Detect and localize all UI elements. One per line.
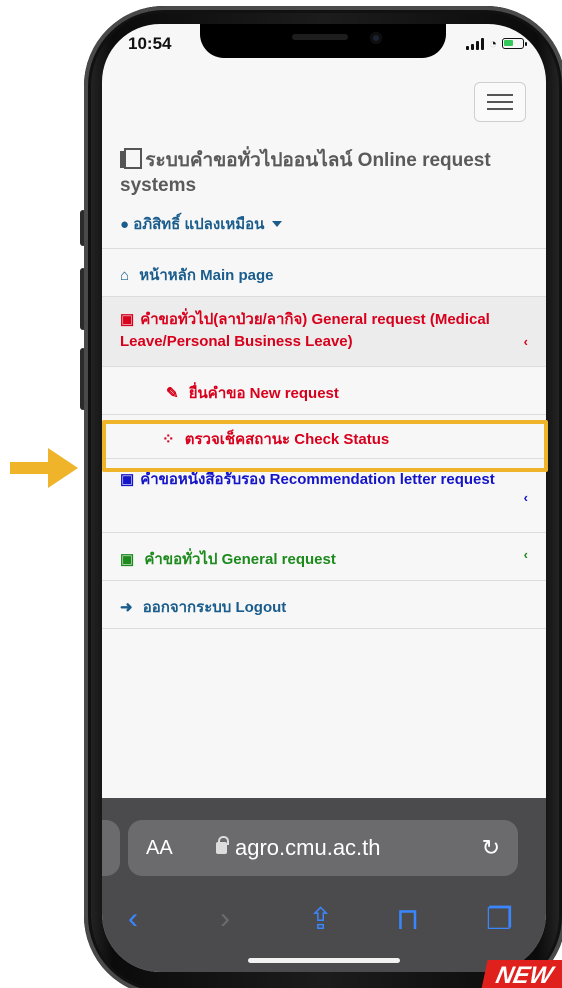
tabs-icon[interactable]: ❐ — [486, 902, 513, 937]
home-icon: ⌂ — [120, 267, 130, 284]
status-icons: ◔ — [466, 36, 527, 51]
menu-item-check-status-label: ตรวจเช็คสถานะ Check Status — [184, 431, 390, 448]
logout-icon: ➜ — [120, 599, 133, 616]
menu-item-home-label: หน้าหลัก Main page — [139, 267, 274, 284]
spinner-icon: ⁘ — [162, 431, 175, 448]
menu-item-new-request-label: ยื่นคำขอ New request — [188, 385, 339, 402]
user-name: อภิสิทธิ์ แปลงเหมือน — [133, 216, 265, 233]
menu-item-general-medical[interactable]: ▣ คำขอทั่วไป(ลาป่วย/ลากิจ) General reques… — [102, 297, 546, 367]
bookmarks-icon[interactable]: ⊓ — [396, 902, 419, 937]
menu-item-logout-label: ออกจากระบบ Logout — [142, 599, 287, 616]
file-icon: ▣ — [120, 551, 135, 568]
share-icon[interactable]: ⇪ — [308, 902, 333, 937]
home-indicator — [248, 958, 400, 963]
phone-screen: 10:54 ◔ ระบบคำขอทั่วไปออนไลน์ Online req… — [102, 24, 546, 972]
user-menu[interactable]: ● อภิสิทธิ์ แปลงเหมือน — [120, 212, 282, 236]
menu-item-home[interactable]: ⌂ หน้าหลัก Main page — [102, 249, 546, 297]
page-title: ระบบคำขอทั่วไปออนไลน์ Online request sys… — [120, 148, 530, 198]
signal-icon — [466, 37, 485, 50]
camera — [370, 32, 382, 44]
chevron-left-icon: ‹ — [523, 334, 528, 349]
page-title-text: ระบบคำขอทั่วไปออนไลน์ Online request sys… — [120, 150, 491, 196]
menu-item-new-request[interactable]: ✎ ยื่นคำขอ New request — [102, 367, 546, 415]
previous-tab-pill[interactable] — [102, 820, 120, 876]
file-icon — [120, 148, 142, 169]
speaker — [292, 34, 348, 40]
menu-item-general[interactable]: ▣ คำขอทั่วไป General request ‹ — [102, 533, 546, 581]
notch — [200, 24, 446, 58]
menu-item-general-label: คำขอทั่วไป General request — [144, 551, 336, 568]
user-icon: ● — [120, 216, 130, 233]
edit-icon: ✎ — [166, 385, 179, 402]
menu-item-recommendation-label: คำขอหนังสือรับรอง Recommendation letter … — [140, 471, 495, 488]
status-time: 10:54 — [128, 34, 172, 53]
address-bar[interactable]: AA agro.cmu.ac.th ↻ — [128, 820, 518, 876]
nav-menu: ⌂ หน้าหลัก Main page ▣ คำขอทั่วไป(ลาป่วย/… — [102, 248, 546, 629]
wifi-icon: ◔ — [489, 36, 497, 51]
arrow-right-icon — [10, 448, 78, 488]
file-icon: ▣ — [120, 311, 135, 328]
safari-toolbar: AA agro.cmu.ac.th ↻ ‹ › ⇪ ⊓ ❐ — [102, 798, 546, 972]
new-badge: NEW — [480, 960, 562, 988]
url-domain: agro.cmu.ac.th — [235, 835, 381, 860]
chevron-left-icon: ‹ — [523, 490, 528, 505]
reader-aa-button[interactable]: AA — [146, 837, 216, 860]
hamburger-icon[interactable] — [474, 82, 526, 122]
reload-icon[interactable]: ↻ — [482, 835, 500, 861]
caret-down-icon — [271, 221, 282, 227]
menu-item-general-medical-label: คำขอทั่วไป(ลาป่วย/ลากิจ) General request… — [120, 311, 490, 350]
menu-item-logout[interactable]: ➜ ออกจากระบบ Logout — [102, 581, 546, 629]
menu-item-recommendation[interactable]: ▣ คำขอหนังสือรับรอง Recommendation letter… — [102, 459, 546, 533]
forward-icon[interactable]: › — [220, 902, 230, 936]
lock-icon — [216, 836, 229, 854]
file-icon: ▣ — [120, 471, 135, 488]
back-icon[interactable]: ‹ — [128, 902, 138, 936]
menu-item-check-status[interactable]: ⁘ ตรวจเช็คสถานะ Check Status — [102, 415, 546, 459]
battery-icon — [502, 38, 527, 49]
chevron-left-icon: ‹ — [523, 547, 528, 562]
